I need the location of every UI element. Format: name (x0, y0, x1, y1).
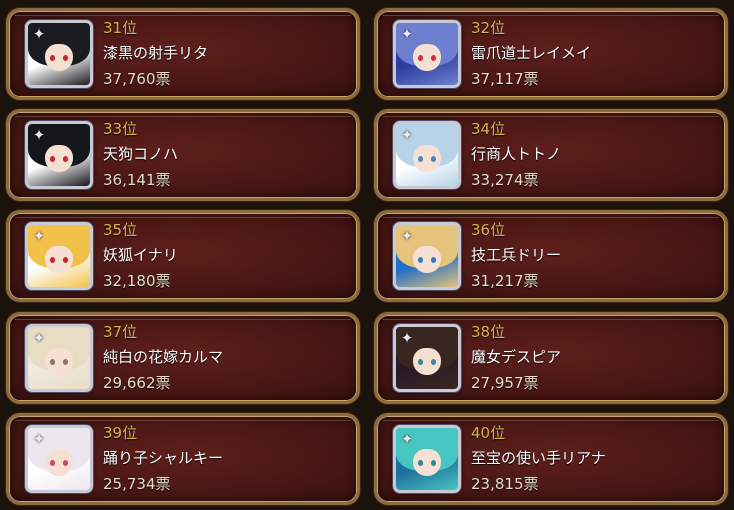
rank-label: 34位 (471, 120, 506, 138)
rank-label: 33位 (103, 120, 138, 138)
ranking-card[interactable]: ✦ 31位 漆黒の射手リタ 37,760票 (6, 8, 360, 100)
crest-icon: ✦ (32, 227, 46, 245)
rank-label: 40位 (471, 424, 506, 442)
character-name: 魔女デスピア (471, 348, 562, 366)
character-portrait: ✦ (393, 425, 461, 493)
vote-count: 37,760票 (103, 70, 171, 88)
character-name: 技工兵ドリー (471, 246, 562, 264)
portrait-eye-right (62, 257, 68, 263)
character-portrait: ✦ (25, 20, 93, 88)
vote-count: 33,274票 (471, 171, 539, 189)
portrait-eye-right (62, 359, 68, 365)
crest-icon: ✦ (32, 126, 46, 144)
vote-count: 25,734票 (103, 475, 171, 493)
crest-icon: ✦ (32, 25, 46, 43)
crest-icon: ✦ (400, 227, 414, 245)
character-name: 行商人トトノ (471, 145, 562, 163)
character-name: 至宝の使い手リアナ (471, 449, 606, 467)
rank-label: 36位 (471, 221, 506, 239)
vote-count: 23,815票 (471, 475, 539, 493)
portrait-eye-right (430, 257, 436, 263)
ranking-grid: ✦ 31位 漆黒の射手リタ 37,760票 ✦ 32位 雷爪道士レイメイ 37,… (0, 0, 734, 510)
character-portrait: ✦ (25, 324, 93, 392)
portrait-eye-right (62, 55, 68, 61)
portrait-eye-right (430, 460, 436, 466)
ranking-card[interactable]: ✦ 34位 行商人トトノ 33,274票 (374, 109, 728, 201)
ranking-card[interactable]: ✦ 35位 妖狐イナリ 32,180票 (6, 210, 360, 302)
character-portrait: ✦ (393, 324, 461, 392)
crest-icon: ✦ (400, 25, 414, 43)
character-portrait: ✦ (393, 20, 461, 88)
portrait-eye-right (62, 156, 68, 162)
character-name: 純白の花嫁カルマ (103, 348, 224, 366)
character-portrait: ✦ (25, 121, 93, 189)
character-portrait: ✦ (393, 222, 461, 290)
vote-count: 37,117票 (471, 70, 539, 88)
portrait-eye-right (430, 156, 436, 162)
character-name: 妖狐イナリ (103, 246, 178, 264)
ranking-card[interactable]: ✦ 37位 純白の花嫁カルマ 29,662票 (6, 312, 360, 404)
portrait-eye-right (430, 359, 436, 365)
portrait-eye-right (62, 460, 68, 466)
crest-icon: ✦ (32, 329, 46, 347)
portrait-eye-right (430, 55, 436, 61)
character-name: 踊り子シャルキー (103, 449, 224, 467)
ranking-card[interactable]: ✦ 38位 魔女デスピア 27,957票 (374, 312, 728, 404)
crest-icon: ✦ (400, 126, 414, 144)
crest-icon: ✦ (400, 329, 414, 347)
vote-count: 27,957票 (471, 374, 539, 392)
ranking-card[interactable]: ✦ 40位 至宝の使い手リアナ 23,815票 (374, 413, 728, 505)
vote-count: 36,141票 (103, 171, 171, 189)
rank-label: 31位 (103, 19, 138, 37)
crest-icon: ✦ (32, 430, 46, 448)
character-name: 漆黒の射手リタ (103, 44, 209, 62)
rank-label: 32位 (471, 19, 506, 37)
rank-label: 38位 (471, 323, 506, 341)
vote-count: 29,662票 (103, 374, 171, 392)
ranking-card[interactable]: ✦ 32位 雷爪道士レイメイ 37,117票 (374, 8, 728, 100)
character-portrait: ✦ (25, 222, 93, 290)
ranking-card[interactable]: ✦ 36位 技工兵ドリー 31,217票 (374, 210, 728, 302)
crest-icon: ✦ (400, 430, 414, 448)
ranking-card[interactable]: ✦ 33位 天狗コノハ 36,141票 (6, 109, 360, 201)
character-name: 天狗コノハ (103, 145, 179, 163)
rank-label: 39位 (103, 424, 138, 442)
rank-label: 35位 (103, 221, 138, 239)
vote-count: 32,180票 (103, 272, 171, 290)
rank-label: 37位 (103, 323, 138, 341)
vote-count: 31,217票 (471, 272, 539, 290)
ranking-card[interactable]: ✦ 39位 踊り子シャルキー 25,734票 (6, 413, 360, 505)
character-name: 雷爪道士レイメイ (471, 44, 592, 62)
character-portrait: ✦ (393, 121, 461, 189)
character-portrait: ✦ (25, 425, 93, 493)
